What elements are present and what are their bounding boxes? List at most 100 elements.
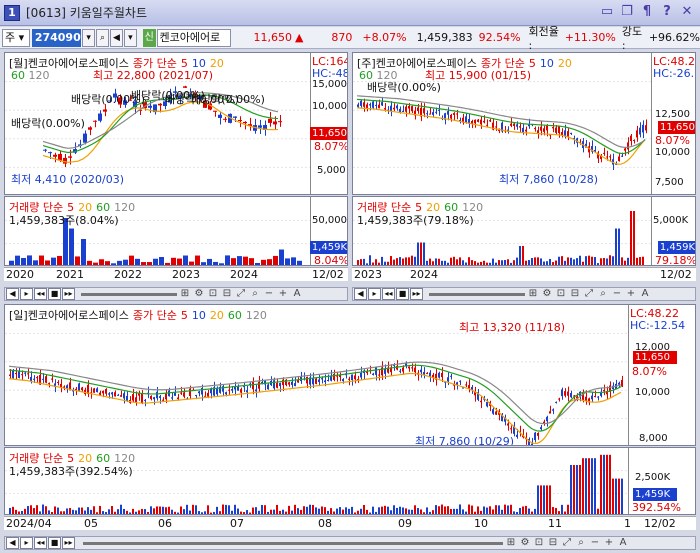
- volume-bar: [573, 259, 575, 265]
- minus-icon[interactable]: −: [611, 288, 623, 300]
- candle: [465, 381, 467, 387]
- tool-icon[interactable]: ⊞: [179, 288, 191, 300]
- candle: [278, 114, 282, 127]
- dividend-label: 배당락(0.00%): [191, 93, 265, 106]
- tool-icon[interactable]: ⤢: [583, 288, 595, 300]
- stop-icon[interactable]: ■: [48, 537, 61, 549]
- plus-icon[interactable]: +: [603, 537, 615, 549]
- candle: [153, 396, 155, 405]
- search-icon[interactable]: ⌕: [96, 28, 109, 47]
- tool-icon[interactable]: ⊟: [221, 288, 233, 300]
- stock-toolbar: 주 ▾ 274090 ▾ ⌕ ◀ ▾ 신 켄코아에어로 11,650 ▲ 870…: [0, 25, 700, 52]
- volume-bar: [615, 478, 617, 514]
- close-icon[interactable]: ✕: [680, 5, 694, 19]
- scroll-slider[interactable]: [83, 541, 503, 545]
- volume-bar: [462, 509, 464, 514]
- volume-bar: [483, 260, 485, 265]
- candle: [36, 375, 38, 383]
- period-select[interactable]: 주 ▾: [2, 28, 30, 47]
- chevron-down-icon[interactable]: ▾: [123, 28, 137, 47]
- scroll-slider[interactable]: [81, 292, 177, 296]
- rewind-icon[interactable]: ◂◂: [382, 288, 395, 300]
- stop-icon[interactable]: ■: [396, 288, 409, 300]
- fast-forward-icon[interactable]: ▸▸: [62, 537, 75, 549]
- minimize-icon[interactable]: ▭: [600, 5, 614, 19]
- tool-icon[interactable]: ⊡: [533, 537, 545, 549]
- gear-icon[interactable]: ⚙: [193, 288, 205, 300]
- plus-icon[interactable]: +: [277, 288, 289, 300]
- volume-bar: [516, 257, 518, 265]
- pin-icon[interactable]: ¶: [640, 5, 654, 19]
- volume-bar: [498, 505, 500, 514]
- volume-bar: [612, 478, 614, 514]
- monthly-volume-chart[interactable]: 거래량 단순52060120 1,459,383주(8.04%) 50,000K…: [4, 196, 348, 266]
- volume-bar: [345, 507, 347, 514]
- volume-bar: [63, 511, 65, 514]
- candle: [477, 118, 479, 123]
- speaker-icon[interactable]: ◀: [109, 28, 123, 47]
- step-back-icon[interactable]: ▸: [20, 288, 33, 300]
- zoom-icon[interactable]: ⌕: [597, 288, 609, 300]
- weekly-price-chart[interactable]: [주]켄코아에어로스페이스 종가 단순 5 10 20 60 120 최고 15,900…: [352, 52, 696, 195]
- volume-bar: [408, 509, 410, 514]
- volume-bar: [444, 260, 446, 265]
- text-icon[interactable]: A: [617, 537, 629, 549]
- candle: [357, 102, 359, 108]
- volume-bar: [489, 506, 491, 514]
- volume-bar: [417, 242, 419, 265]
- minus-icon[interactable]: −: [263, 288, 275, 300]
- code-dropdown-icon[interactable]: ▾: [82, 28, 96, 47]
- tool-icon[interactable]: ⊞: [527, 288, 539, 300]
- weekly-volume-chart[interactable]: 거래량 단순 5 20 60 120 1,459,383주(79.18%) 5,000K…: [352, 196, 696, 266]
- gear-icon[interactable]: ⚙: [541, 288, 553, 300]
- daily-price-chart[interactable]: [일]켄코아에어로스페이스 종가 단순 5 10 20 60 120 최고 13,320 (…: [4, 304, 696, 446]
- scroll-slider[interactable]: [429, 292, 525, 296]
- plus-icon[interactable]: +: [625, 288, 637, 300]
- zoom-icon[interactable]: ⌕: [575, 537, 587, 549]
- restore-icon[interactable]: ❐: [620, 5, 634, 19]
- volume-bar: [21, 257, 26, 265]
- volume-bar: [99, 505, 101, 514]
- scroll-left-icon[interactable]: ◀: [6, 288, 19, 300]
- volume-bar: [234, 504, 236, 514]
- text-icon[interactable]: A: [639, 288, 651, 300]
- volume-bar: [522, 246, 524, 265]
- volume-bar: [33, 260, 38, 265]
- zoom-icon[interactable]: ⌕: [249, 288, 261, 300]
- stop-icon[interactable]: ■: [48, 288, 61, 300]
- gear-icon[interactable]: ⚙: [519, 537, 531, 549]
- tool-icon[interactable]: ⊟: [547, 537, 559, 549]
- help-icon[interactable]: ?: [660, 5, 674, 19]
- tool-icon[interactable]: ⊟: [569, 288, 581, 300]
- step-back-icon[interactable]: ▸: [20, 537, 33, 549]
- text-icon[interactable]: A: [291, 288, 303, 300]
- minus-icon[interactable]: −: [589, 537, 601, 549]
- pct-tag: 8.07%: [314, 140, 348, 153]
- monthly-price-chart[interactable]: [월]켄코아에어로스페이스 종가 단순 5 10 20 60 120 최고 22,800…: [4, 52, 348, 195]
- volume-bar: [306, 506, 308, 514]
- step-back-icon[interactable]: ▸: [368, 288, 381, 300]
- stock-code-input[interactable]: 274090: [31, 28, 82, 47]
- daily-volume-chart[interactable]: 거래량 단순 5 20 60 120 1,459,383주(392.54%) 2,500…: [4, 447, 696, 515]
- candle: [263, 120, 267, 136]
- tool-icon[interactable]: ⊡: [207, 288, 219, 300]
- candle: [438, 104, 440, 116]
- scroll-left-icon[interactable]: ◀: [6, 537, 19, 549]
- pct-tag: 8.07%: [632, 365, 667, 378]
- volume-bar: [438, 258, 440, 265]
- rewind-icon[interactable]: ◂◂: [34, 288, 47, 300]
- tool-icon[interactable]: ⤢: [235, 288, 247, 300]
- volume-bar: [402, 258, 404, 265]
- rewind-icon[interactable]: ◂◂: [34, 537, 47, 549]
- candle: [630, 133, 632, 146]
- tool-icon[interactable]: ⤢: [561, 537, 573, 549]
- candle: [129, 396, 131, 404]
- tool-icon[interactable]: ⊡: [555, 288, 567, 300]
- fast-forward-icon[interactable]: ▸▸: [62, 288, 75, 300]
- volume-bar: [342, 509, 344, 514]
- tool-icon[interactable]: ⊞: [505, 537, 517, 549]
- scroll-left-icon[interactable]: ◀: [354, 288, 367, 300]
- volume-bar: [435, 505, 437, 514]
- fast-forward-icon[interactable]: ▸▸: [410, 288, 423, 300]
- candle: [534, 431, 536, 443]
